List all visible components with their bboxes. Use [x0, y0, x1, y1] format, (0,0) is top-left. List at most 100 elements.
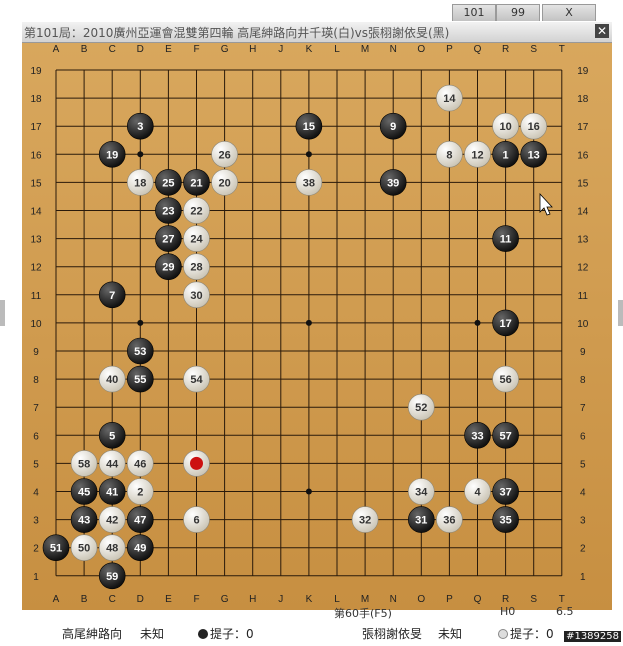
- row-label-right: 4: [580, 488, 586, 499]
- stone-number: 15: [303, 121, 315, 133]
- stone-number: 32: [359, 515, 371, 527]
- stone-number: 51: [50, 543, 62, 555]
- stone-number: 1: [503, 149, 509, 161]
- stone-number: 12: [471, 149, 483, 161]
- row-label-left: 4: [33, 488, 39, 499]
- stone-8: 8: [436, 141, 463, 168]
- column-label-top: P: [446, 44, 453, 55]
- stone-number: 38: [303, 177, 315, 189]
- handicap-readout: H0: [500, 605, 516, 618]
- stone-number: 31: [415, 515, 427, 527]
- tab-101[interactable]: 101: [452, 4, 496, 21]
- row-label-right: 11: [578, 291, 589, 302]
- star-point: [305, 319, 312, 326]
- stone-number: 58: [78, 458, 90, 470]
- stone-number: 49: [134, 543, 146, 555]
- stone-41: 41: [98, 478, 126, 505]
- column-label-top: G: [221, 44, 229, 55]
- row-label-left: 6: [33, 431, 39, 442]
- row-label-right: 17: [577, 122, 589, 133]
- go-board[interactable]: AABBCCDDEEFFGGHHJJKKLLMMNNOOPPQQRRSSTT19…: [22, 22, 612, 610]
- stone-number: 42: [106, 515, 118, 527]
- stone-9: 9: [379, 112, 407, 140]
- stone-52: 52: [407, 393, 435, 421]
- stone-number: 3: [137, 121, 143, 133]
- stone-42: 42: [98, 506, 126, 533]
- stone-14: 14: [436, 84, 463, 112]
- stone-32: 32: [351, 506, 379, 533]
- column-label-top: H: [249, 44, 256, 55]
- stone-47: 47: [127, 506, 154, 533]
- row-label-left: 13: [30, 235, 42, 246]
- stone-number: 6: [193, 515, 199, 527]
- white-player-name: 高尾紳路向: [62, 627, 123, 641]
- star-point: [305, 488, 312, 495]
- stone-36: 36: [436, 506, 463, 533]
- column-label-top: F: [193, 44, 199, 55]
- row-label-left: 1: [33, 572, 39, 583]
- stone-24: 24: [183, 225, 210, 252]
- stone-number: 36: [443, 515, 455, 527]
- row-label-left: 2: [33, 544, 39, 555]
- white-stone-icon: [498, 629, 508, 639]
- stone-number: 46: [134, 458, 146, 470]
- stone-3: 3: [127, 112, 154, 140]
- row-label-right: 8: [580, 375, 586, 386]
- column-label-top: J: [278, 44, 283, 55]
- row-label-right: 14: [577, 207, 589, 218]
- tab-99[interactable]: 99: [496, 4, 540, 21]
- row-label-right: 1: [580, 572, 586, 583]
- stone-number: 17: [499, 318, 511, 330]
- stone-number: 8: [446, 149, 452, 161]
- column-label-top: Q: [474, 44, 482, 55]
- star-point: [474, 319, 481, 326]
- stone-number: 41: [106, 487, 118, 499]
- stone-38: 38: [295, 169, 323, 196]
- stone-number: 53: [134, 346, 146, 358]
- row-label-right: 7: [580, 403, 586, 414]
- stone-12: 12: [464, 141, 491, 168]
- column-label-top: T: [559, 44, 565, 55]
- row-label-right: 10: [577, 319, 589, 330]
- mouse-cursor-icon: [539, 192, 553, 216]
- stone-5: 5: [98, 421, 126, 449]
- row-label-right: 19: [577, 66, 589, 77]
- stone-number: 26: [218, 149, 230, 161]
- stone-number: 2: [137, 487, 143, 499]
- column-label-top: K: [306, 44, 313, 55]
- stone-number: 4: [474, 487, 481, 499]
- column-label-top: S: [530, 44, 537, 55]
- right-collapse-handle[interactable]: [618, 300, 623, 326]
- stone-10: 10: [492, 112, 519, 140]
- stone-number: 18: [134, 177, 146, 189]
- stone-34: 34: [407, 478, 435, 505]
- stone-30: 30: [183, 281, 210, 309]
- left-collapse-handle[interactable]: [0, 300, 5, 326]
- row-label-right: 13: [577, 235, 589, 246]
- stone-22: 22: [183, 197, 210, 224]
- stone-number: 52: [415, 402, 427, 414]
- black-player-rank: 未知: [438, 627, 463, 641]
- stone-59: 59: [98, 562, 126, 590]
- stone-number: 47: [134, 515, 146, 527]
- stone-number: 54: [190, 374, 203, 386]
- stone-54: 54: [183, 365, 210, 393]
- white-captures-label: 提子：0: [210, 627, 254, 641]
- black-stone-icon: [198, 629, 208, 639]
- stone-46: 46: [127, 450, 154, 477]
- stone-number: 11: [500, 234, 512, 246]
- stone-number: 55: [134, 374, 146, 386]
- stone-number: 29: [162, 262, 174, 274]
- tab-x[interactable]: X: [542, 4, 596, 21]
- stone-44: 44: [98, 450, 126, 477]
- stone-number: 25: [162, 177, 174, 189]
- row-label-left: 16: [30, 150, 42, 161]
- row-label-left: 18: [30, 94, 42, 105]
- stone-number: 9: [390, 121, 396, 133]
- stone-number: 50: [78, 543, 90, 555]
- stone-26: 26: [211, 141, 238, 168]
- stone-28: 28: [183, 253, 210, 280]
- stone-45: 45: [70, 478, 98, 505]
- row-label-left: 7: [33, 403, 39, 414]
- stone-40: 40: [98, 365, 126, 393]
